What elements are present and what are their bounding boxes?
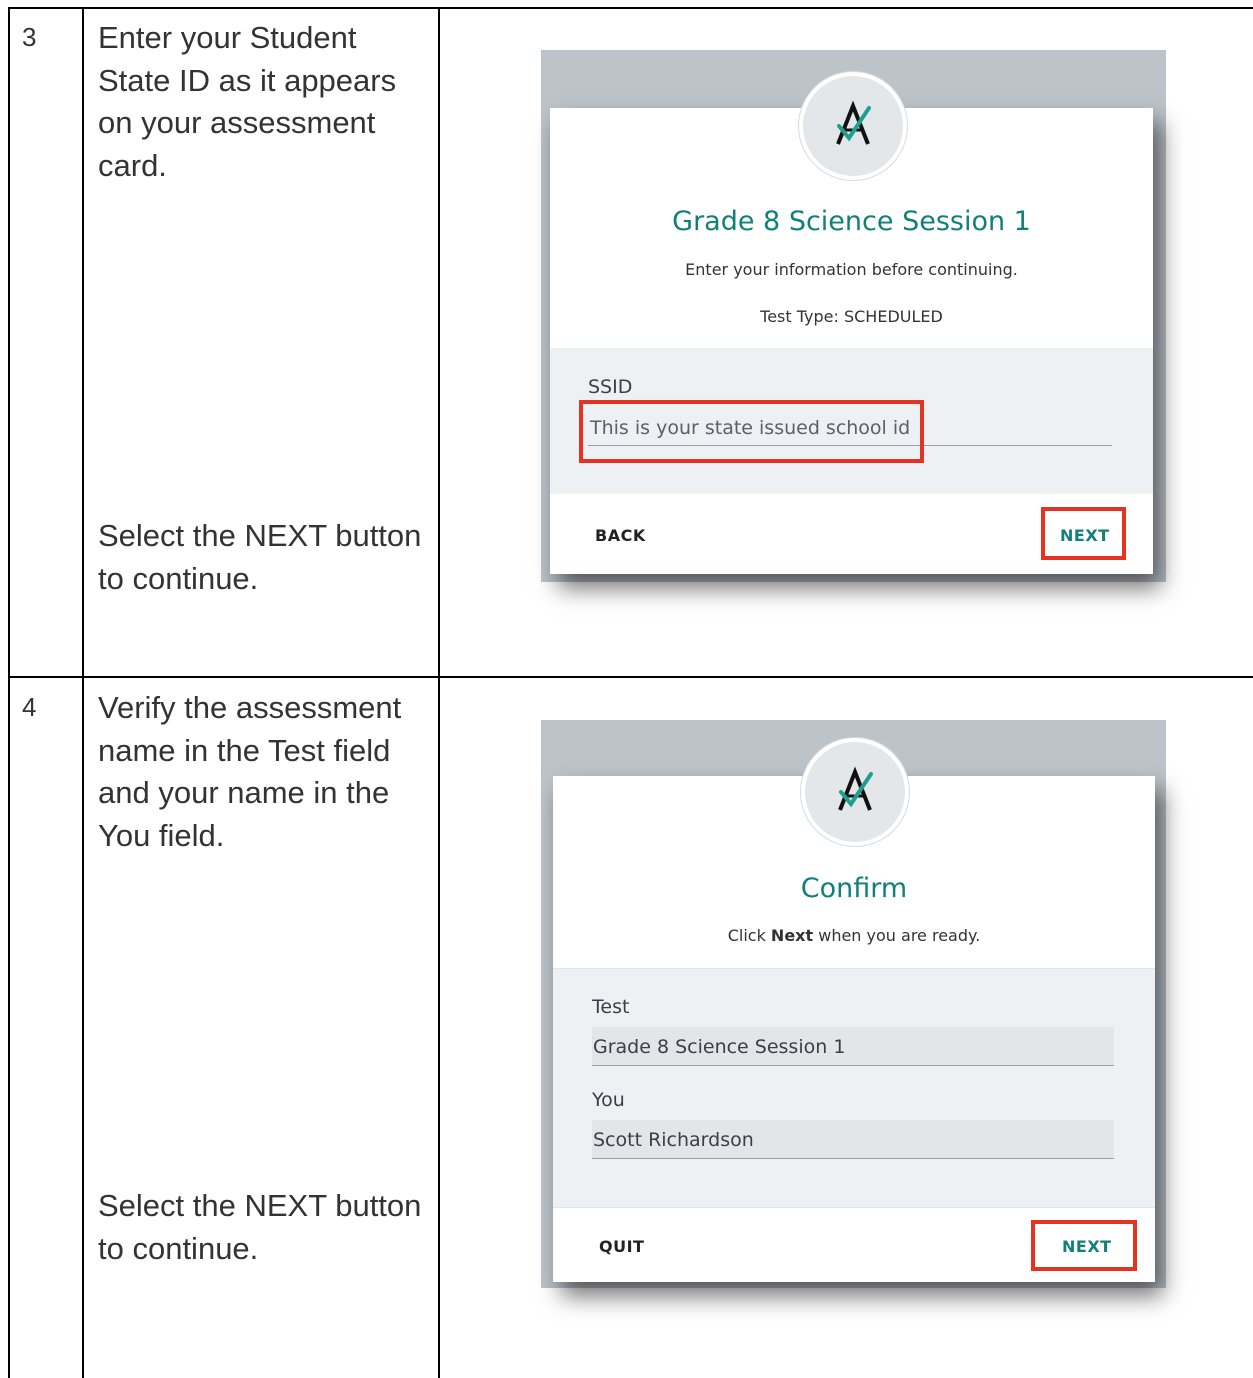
ssid-label: SSID <box>588 376 633 398</box>
section-divider <box>553 1207 1155 1208</box>
row-divider <box>8 676 1253 678</box>
next-highlight-box <box>1041 507 1126 560</box>
ssid-highlight-box <box>579 400 924 463</box>
test-type: Test Type: SCHEDULED <box>760 307 943 326</box>
step-instruction: Verify the assessment name in the Test f… <box>98 690 402 853</box>
step-followup: Select the NEXT button to continue. <box>98 1188 422 1266</box>
step-number: 4 <box>22 692 37 722</box>
confirm-fields-section: Test Grade 8 Science Session 1 You Scott… <box>553 969 1155 1207</box>
you-value: Scott Richardson <box>593 1129 754 1151</box>
quit-button[interactable]: QUIT <box>599 1237 644 1256</box>
column-divider-1 <box>82 7 84 1378</box>
step-instruction: Enter your Student State ID as it appear… <box>98 20 397 183</box>
assessment-logo-icon <box>799 72 907 180</box>
column-divider-2 <box>438 7 440 1378</box>
screenshot-ssid-entry: Grade 8 Science Session 1 Enter your inf… <box>541 50 1166 582</box>
screen-title: Confirm <box>800 873 908 904</box>
screen-subtitle: Click Next when you are ready. <box>727 926 981 945</box>
confirm-card: Confirm Click Next when you are ready. T… <box>553 776 1155 1282</box>
back-button[interactable]: BACK <box>595 526 646 545</box>
step-number: 3 <box>22 22 37 52</box>
assessment-logo-icon <box>801 738 909 846</box>
test-field: Grade 8 Science Session 1 <box>592 1027 1114 1066</box>
screenshot-confirm: Confirm Click Next when you are ready. T… <box>541 720 1166 1288</box>
screen-title: Grade 8 Science Session 1 <box>672 206 1031 237</box>
test-value: Grade 8 Science Session 1 <box>593 1036 846 1058</box>
table-border-left <box>8 7 10 677</box>
table-border-left-lower <box>8 676 10 1378</box>
screen-subtitle: Enter your information before continuing… <box>685 260 1018 279</box>
test-label: Test <box>592 996 630 1018</box>
next-highlight-box <box>1031 1220 1137 1271</box>
you-field: Scott Richardson <box>592 1120 1114 1159</box>
step-followup: Select the NEXT button to continue. <box>98 518 422 596</box>
you-label: You <box>592 1089 625 1111</box>
table-border-top <box>8 7 1253 9</box>
